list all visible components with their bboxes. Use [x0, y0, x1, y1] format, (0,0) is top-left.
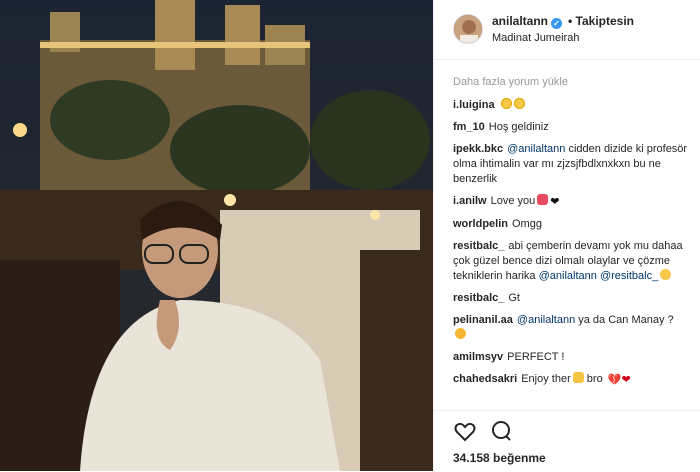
- comment-username[interactable]: fm_10: [453, 121, 485, 133]
- comment-text: bro: [586, 373, 603, 385]
- comment-username[interactable]: resitbalc_: [453, 240, 504, 252]
- follow-status-button[interactable]: • Takiptesin: [568, 14, 634, 28]
- location-link[interactable]: Madinat Jumeirah: [492, 32, 579, 44]
- comment-bubble-icon[interactable]: [489, 419, 513, 443]
- comment-username[interactable]: i.luigina: [453, 99, 495, 111]
- comment-mention[interactable]: @anilaltann: [517, 314, 575, 326]
- comment-item: amilmsyv PERFECT !: [453, 350, 693, 365]
- comment-item: worldpelin Omgg: [453, 217, 693, 232]
- post-sidebar: anilaltann ✓ • Takiptesin Madinat Jumeira…: [433, 0, 700, 471]
- username-text[interactable]: anilaltann: [492, 14, 548, 28]
- comment-item: i.luigina: [453, 98, 693, 113]
- comment-item: chahedsakri Enjoy ther bro 💔❤: [453, 372, 693, 388]
- comment-text: Omgg: [512, 218, 542, 230]
- post-actions: 34.158 beğenme: [434, 410, 700, 472]
- comment-text: Love you: [490, 195, 536, 207]
- post-header: anilaltann ✓ • Takiptesin Madinat Jumeira…: [434, 0, 700, 60]
- load-more-comments-button[interactable]: Daha fazla yorum yükle: [453, 75, 693, 90]
- likes-count[interactable]: 34.158 beğenme: [453, 451, 546, 465]
- comment-text: Enjoy ther: [521, 373, 571, 385]
- comment-mention[interactable]: @resitbalc_: [600, 270, 658, 282]
- sunglasses-emoji-icon: [660, 269, 672, 280]
- comment-text: Gt: [508, 292, 520, 304]
- heart-eyes-emoji-icon: [500, 98, 512, 109]
- avatar-image: [454, 15, 482, 43]
- comment-item: pelinanil.aa @anilaltann ya da Can Manay …: [453, 313, 693, 343]
- comment-username[interactable]: resitbalc_: [453, 292, 504, 304]
- comment-username[interactable]: ipekk.bkc: [453, 143, 503, 155]
- broken-hearts-icon: 💔❤: [607, 374, 631, 386]
- laughing-emoji-icon: [455, 328, 466, 339]
- comment-item: resitbalc_ abi çemberin devamı yok mu dah…: [453, 239, 693, 284]
- comment-username[interactable]: i.anilw: [453, 195, 487, 207]
- comment-username[interactable]: pelinanil.aa: [453, 314, 513, 326]
- avatar[interactable]: [453, 14, 483, 44]
- post-photo[interactable]: [0, 0, 433, 471]
- comment-item: i.anilw Love you ❤: [453, 194, 693, 210]
- comment-text: Hoş geldiniz: [488, 121, 549, 133]
- photo-illustration: [0, 0, 433, 471]
- comment-item: ipekk.bkc @anilaltann cidden dizide ki pr…: [453, 142, 693, 187]
- comment-mention[interactable]: @anilaltann: [507, 143, 565, 155]
- hand-emoji-icon: [572, 372, 584, 383]
- comment-username[interactable]: chahedsakri: [453, 373, 517, 385]
- verified-icon: ✓: [551, 18, 563, 29]
- comment-item: fm_10 Hoş geldiniz: [453, 120, 693, 135]
- username[interactable]: anilaltann ✓: [492, 14, 563, 29]
- comment-text: ya da Can Manay ?: [578, 314, 674, 326]
- comments-list: Daha fazla yorum yükle i.luigina fm_10 Ho…: [453, 75, 693, 395]
- like-heart-icon[interactable]: [453, 419, 477, 443]
- comment-mention[interactable]: @anilaltann: [539, 270, 597, 282]
- comment-username[interactable]: amilmsyv: [453, 351, 503, 363]
- tongue-emoji-icon: [537, 194, 549, 205]
- comment-username[interactable]: worldpelin: [453, 218, 508, 230]
- heart-eyes-emoji-icon: [513, 98, 525, 109]
- comment-item: resitbalc_ Gt: [453, 291, 693, 306]
- comment-text: PERFECT !: [507, 351, 565, 363]
- black-heart-icon: ❤: [550, 196, 560, 208]
